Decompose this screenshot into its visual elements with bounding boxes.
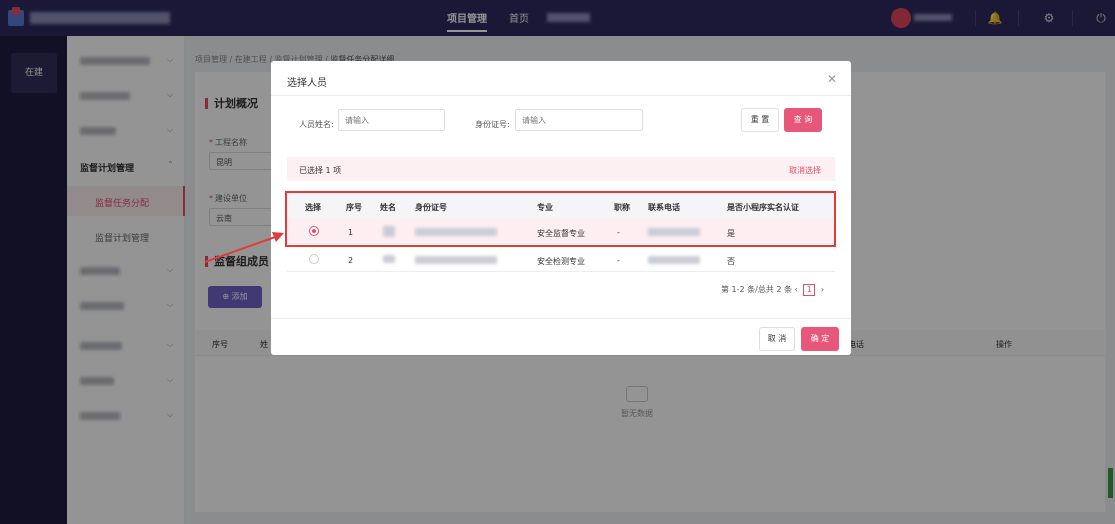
annotation-arrow [204,232,284,263]
arrow-line [204,235,279,263]
